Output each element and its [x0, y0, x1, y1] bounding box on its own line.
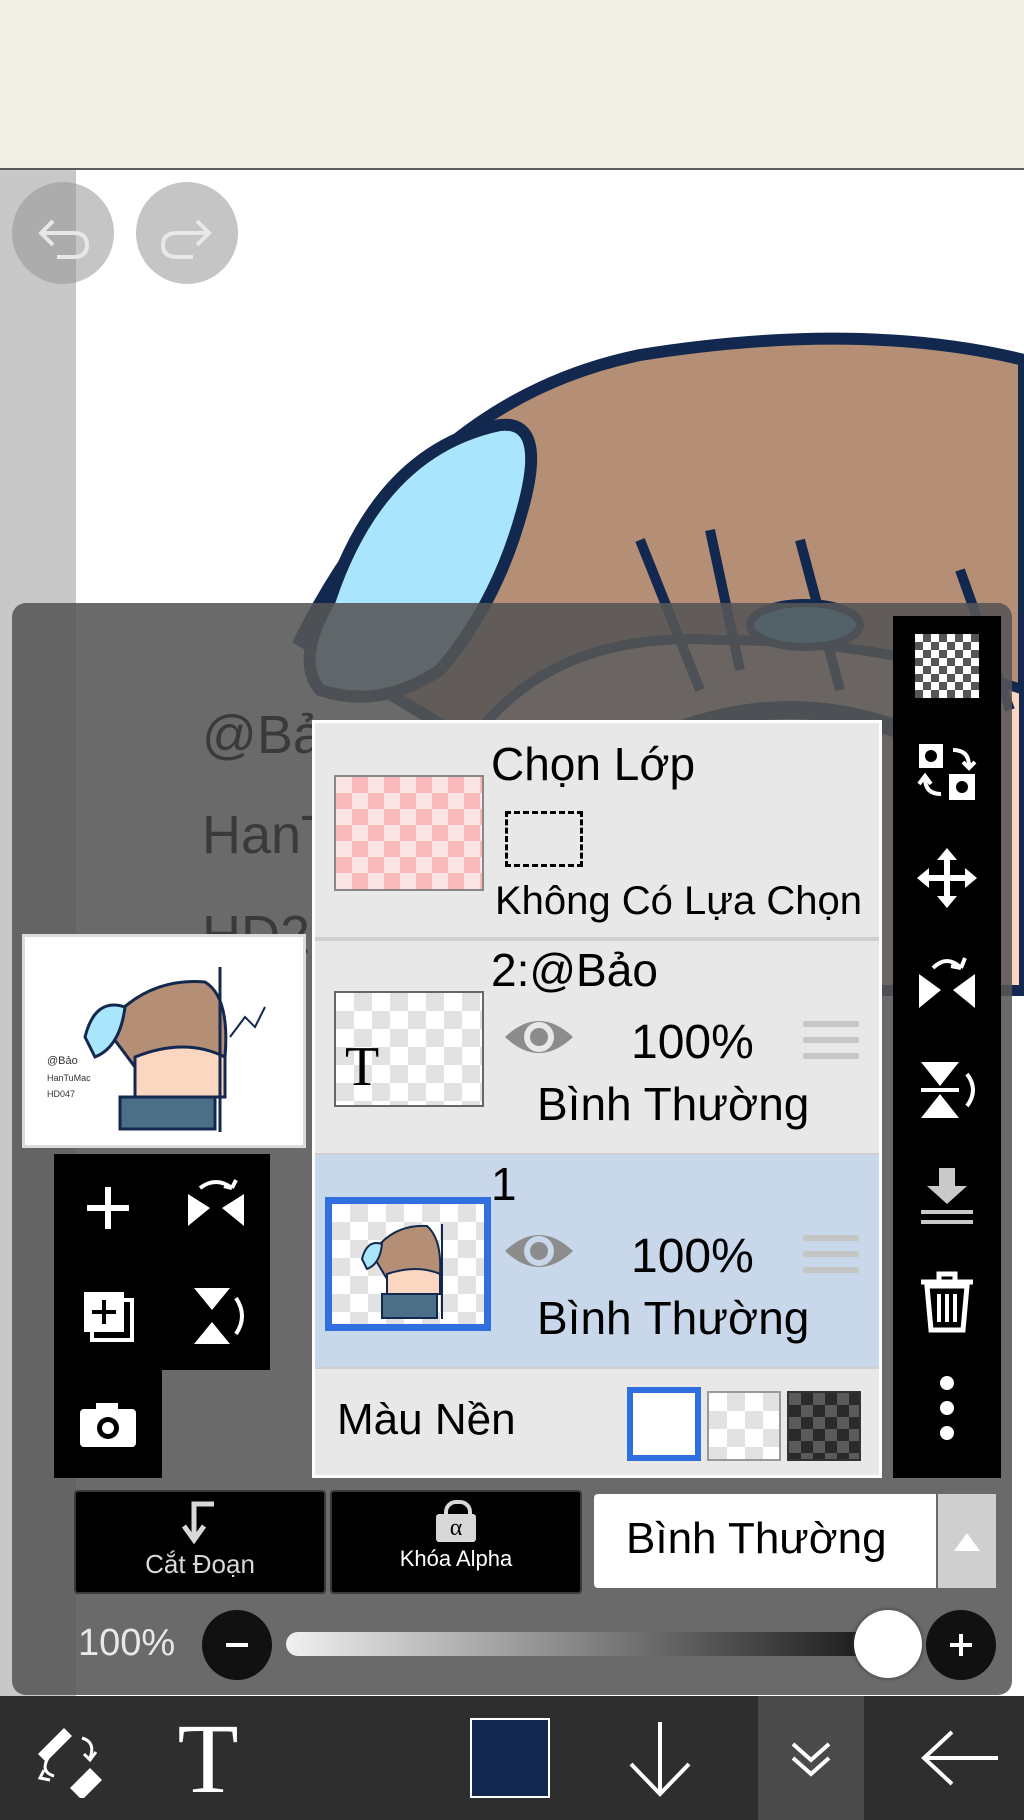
flip-horizontal-icon: [188, 1179, 244, 1226]
move-layer-button[interactable]: [893, 828, 1001, 928]
arrow-left-icon: [921, 1730, 998, 1786]
add-layer-button[interactable]: [54, 1154, 162, 1262]
visibility-toggle[interactable]: [501, 1225, 577, 1282]
add-copy-icon: [84, 1292, 134, 1342]
transparent-fill-button[interactable]: [893, 616, 1001, 716]
top-bar: [0, 0, 1024, 170]
trash-icon: [921, 1271, 973, 1333]
blend-mode-select[interactable]: Bình Thường: [594, 1494, 936, 1588]
text-layer-icon: T: [345, 1036, 380, 1098]
lock-icon: α: [436, 1500, 476, 1542]
opacity-decrease-button[interactable]: [202, 1610, 272, 1680]
redo-icon: [160, 219, 212, 259]
layer-row-selected[interactable]: 1 100% Bình Thường: [315, 1155, 879, 1367]
opacity-increase-button[interactable]: [926, 1610, 996, 1680]
alpha-lock-button[interactable]: α Khóa Alpha: [330, 1490, 582, 1594]
selection-layer-row[interactable]: Chọn Lớp Không Có Lựa Chọn: [315, 723, 879, 937]
current-color-swatch: [470, 1718, 550, 1798]
layer-opacity: 100%: [631, 1230, 754, 1283]
layer-blend-mode: Bình Thường: [537, 1078, 810, 1130]
undo-icon: [38, 219, 90, 259]
merge-down-icon: [921, 1168, 973, 1224]
redo-button[interactable]: [136, 182, 238, 284]
flip-horizontal-icon: [919, 957, 975, 1008]
alpha-lock-label: Khóa Alpha: [399, 1546, 513, 1571]
flip-vertical-button[interactable]: [893, 1040, 1001, 1140]
selection-layer-subtitle: Không Có Lựa Chọn: [495, 879, 863, 923]
add-layer-icon: [87, 1187, 129, 1229]
clipping-button[interactable]: Cắt Đoạn: [74, 1490, 326, 1594]
background-label: Màu Nền: [337, 1395, 516, 1444]
drag-handle-icon[interactable]: [803, 1021, 859, 1065]
drag-handle-icon[interactable]: [803, 1235, 859, 1279]
opacity-slider-thumb[interactable]: [854, 1610, 922, 1678]
flip-layer-vertical-button[interactable]: [162, 1262, 270, 1370]
flip-vertical-icon: [194, 1288, 244, 1344]
brush-eraser-toggle[interactable]: [10, 1696, 126, 1820]
layer-thumbnail: [325, 1197, 491, 1331]
double-chevron-down-icon: [791, 1742, 831, 1777]
transform-swap-icon: [917, 744, 977, 800]
more-options-button[interactable]: [893, 1358, 1001, 1458]
selection-layer-title: Chọn Lớp: [491, 738, 696, 790]
selection-layer-thumbnail: [334, 775, 484, 891]
thumbnail-text: HD047: [47, 1089, 76, 1099]
visibility-toggle[interactable]: [501, 1011, 577, 1068]
plus-icon: [950, 1634, 972, 1656]
layer-opacity: 100%: [631, 1016, 754, 1069]
minus-icon: [226, 1643, 248, 1647]
background-white-option[interactable]: [627, 1387, 701, 1461]
blend-mode-value: Bình Thường: [626, 1514, 887, 1563]
back-button[interactable]: [902, 1696, 1018, 1820]
clipping-arrow-icon: [181, 1501, 214, 1545]
color-swatch-button[interactable]: [460, 1696, 560, 1820]
flip-horizontal-button[interactable]: [893, 934, 1001, 1034]
brush-eraser-icon: [37, 1728, 102, 1798]
collapse-panel-button[interactable]: [758, 1696, 864, 1820]
alpha-glyph: α: [436, 1514, 476, 1542]
selection-marquee-icon: [505, 811, 583, 867]
thumbnail-art: [83, 967, 266, 1132]
layer-list: Chọn Lớp Không Có Lựa Chọn T 2:@Bảo 100%…: [312, 720, 882, 1478]
thumbnail-text: HanTuMac: [47, 1073, 91, 1083]
camera-icon: [80, 1403, 136, 1447]
blend-mode-dropdown-button[interactable]: [938, 1494, 996, 1588]
background-transparent-option[interactable]: [707, 1391, 781, 1461]
bottom-toolbar: T: [0, 1696, 1024, 1820]
flip-layer-horizontal-button[interactable]: [162, 1154, 270, 1262]
eye-icon: [505, 1235, 573, 1267]
duplicate-layer-button[interactable]: [54, 1262, 162, 1370]
layer-name: 2:@Bảo: [491, 944, 658, 996]
layer-down-button[interactable]: [610, 1696, 710, 1820]
layer-name: 1: [491, 1158, 517, 1210]
layer-blend-mode: Bình Thường: [537, 1292, 810, 1344]
text-tool-button[interactable]: T: [148, 1696, 268, 1820]
chevron-up-icon: [954, 1533, 980, 1551]
opacity-label: 100%: [78, 1622, 176, 1664]
eye-icon: [505, 1021, 573, 1053]
swap-layer-button[interactable]: [893, 722, 1001, 822]
layer-row[interactable]: T 2:@Bảo 100% Bình Thường: [315, 941, 879, 1153]
delete-layer-button[interactable]: [893, 1252, 1001, 1352]
flip-vertical-icon: [921, 1062, 975, 1118]
camera-button[interactable]: [54, 1370, 162, 1478]
ghost-text-line: @Bả: [202, 705, 323, 765]
background-dark-option[interactable]: [787, 1391, 861, 1461]
opacity-slider-track[interactable]: [286, 1632, 896, 1656]
more-icon: [940, 1376, 954, 1440]
background-color-row: Màu Nền: [315, 1369, 879, 1475]
clipping-label: Cắt Đoạn: [145, 1549, 255, 1579]
undo-button[interactable]: [12, 182, 114, 284]
layer-right-toolbar: [893, 616, 1001, 1478]
canvas-thumbnail[interactable]: @Bảo HanTuMac HD047: [22, 934, 306, 1148]
layer-thumbnail-art: [360, 1224, 443, 1319]
move-icon: [917, 848, 977, 908]
merge-down-button[interactable]: [893, 1146, 1001, 1246]
thumbnail-text: @Bảo: [47, 1055, 78, 1067]
arrow-down-icon: [629, 1722, 691, 1797]
checkerboard-icon: [915, 634, 979, 698]
